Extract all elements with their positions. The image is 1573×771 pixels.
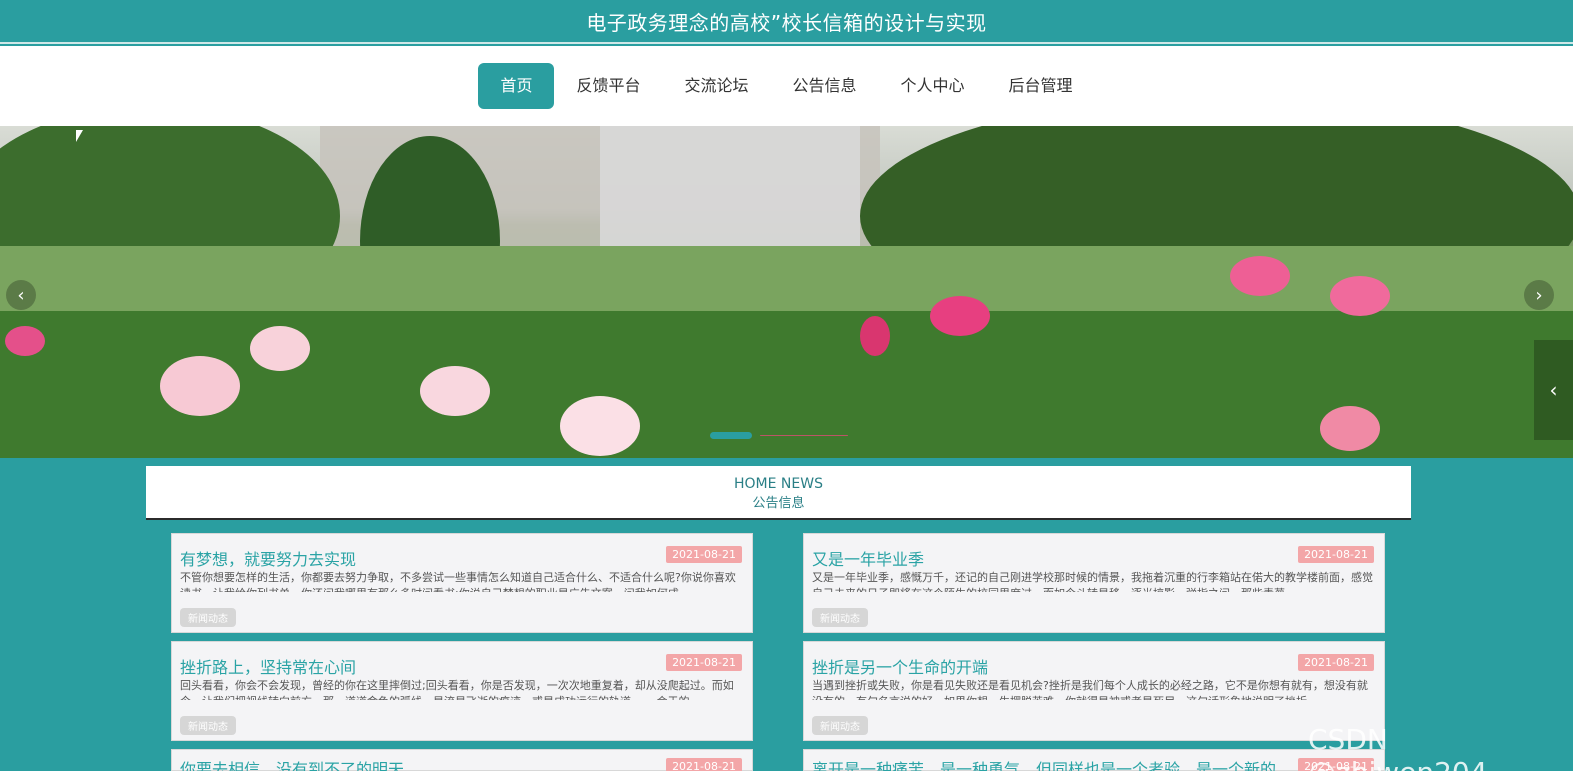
news-card-excerpt: 又是一年毕业季，感慨万千，还记的自己刚进学校那时候的情景，我拖着沉重的行李箱站在… — [812, 571, 1373, 592]
main-nav: 首页 反馈平台 交流论坛 公告信息 个人中心 后台管理 — [0, 46, 1573, 126]
news-card-title[interactable]: 有梦想，就要努力去实现 — [180, 546, 356, 570]
nav-item-forum[interactable]: 交流论坛 — [662, 63, 770, 109]
carousel-prev-button[interactable]: ‹ — [6, 280, 36, 310]
news-card[interactable]: 挫折路上，坚持常在心间 2021-08-21 回头看看，你会不会发现，曾经的你在… — [171, 641, 753, 741]
flower — [1320, 406, 1380, 451]
carousel-indicator[interactable] — [760, 435, 848, 436]
news-card-title[interactable]: 又是一年毕业季 — [812, 546, 924, 570]
nav-item-admin[interactable]: 后台管理 — [987, 63, 1095, 109]
campus-building-2 — [600, 126, 860, 251]
carousel-next-button[interactable]: › — [1524, 280, 1554, 310]
site-title: 电子政务理念的高校”校长信箱的设计与实现 — [586, 10, 987, 35]
flower — [250, 326, 310, 371]
news-card-date: 2021-08-21 — [1298, 654, 1374, 671]
news-card-tag: 新闻动态 — [180, 608, 236, 627]
news-card-tag: 新闻动态 — [812, 716, 868, 735]
nav-item-personal-center[interactable]: 个人中心 — [879, 63, 987, 109]
news-card[interactable]: 又是一年毕业季 2021-08-21 又是一年毕业季，感慨万千，还记的自己刚进学… — [803, 533, 1385, 633]
news-card-title[interactable]: 挫折路上，坚持常在心间 — [180, 654, 356, 678]
flower — [1230, 256, 1290, 296]
flower — [5, 326, 45, 356]
news-card-date: 2021-08-21 — [666, 546, 742, 563]
flower — [930, 296, 990, 336]
carousel-indicator-active[interactable] — [710, 432, 752, 439]
news-card-date: 2021-08-21 — [1298, 546, 1374, 563]
carousel-image — [0, 126, 1573, 458]
nav-item-feedback[interactable]: 反馈平台 — [554, 63, 662, 109]
news-card-tag: 新闻动态 — [180, 716, 236, 735]
news-card-excerpt: 回头看看，你会不会发现，曾经的你在这里摔倒过;回头看看，你是否发现，一次次地重复… — [180, 679, 734, 700]
news-card-date: 2021-08-21 — [666, 654, 742, 671]
flower — [160, 356, 240, 416]
news-card-title[interactable]: 离开是一种痛苦，是一种勇气，但同样也是一个考验，是一个新的 — [812, 756, 1276, 771]
news-card[interactable]: 挫折是另一个生命的开端 2021-08-21 当遇到挫折或失败，你是看见失败还是… — [803, 641, 1385, 741]
news-card-excerpt: 当遇到挫折或失败，你是看见失败还是看见机会?挫折是我们每个人成长的必经之路，它不… — [812, 679, 1368, 700]
news-card-title[interactable]: 你要去相信，没有到不了的明天 — [180, 756, 404, 771]
nav-item-home[interactable]: 首页 — [478, 63, 555, 109]
nav-item-announcements[interactable]: 公告信息 — [771, 63, 879, 109]
flower — [560, 396, 640, 456]
carousel-indicators — [710, 432, 848, 439]
news-card-excerpt: 不管你想要怎样的生活，你都要去努力争取，不多尝试一些事情怎么知道自己适合什么、不… — [180, 571, 736, 592]
flower — [1330, 276, 1390, 316]
news-card-date: 2021-08-21 — [666, 758, 742, 771]
mouse-cursor-icon — [76, 130, 83, 142]
flower — [860, 316, 890, 356]
site-header: 电子政务理念的高校”校长信箱的设计与实现 — [0, 0, 1573, 44]
news-card[interactable]: 有梦想，就要努力去实现 2021-08-21 不管你想要怎样的生活，你都要去努力… — [171, 533, 753, 633]
news-section-title-cn: 公告信息 — [752, 496, 805, 511]
side-collapse-button[interactable]: ‹ — [1534, 340, 1573, 440]
news-card-title[interactable]: 挫折是另一个生命的开端 — [812, 654, 988, 678]
watermark: CSDN @zhiwen204 — [1308, 723, 1488, 771]
news-section-title-en: HOME NEWS — [734, 476, 823, 492]
news-section-header: HOME NEWS 公告信息 — [146, 466, 1411, 520]
news-card[interactable]: 你要去相信，没有到不了的明天 2021-08-21 — [171, 749, 753, 771]
flower — [420, 366, 490, 416]
news-card-tag: 新闻动态 — [812, 608, 868, 627]
news-card[interactable]: 离开是一种痛苦，是一种勇气，但同样也是一个考验，是一个新的 2021-08-21 — [803, 749, 1385, 771]
nav-items: 首页 反馈平台 交流论坛 公告信息 个人中心 后台管理 — [478, 63, 1094, 109]
